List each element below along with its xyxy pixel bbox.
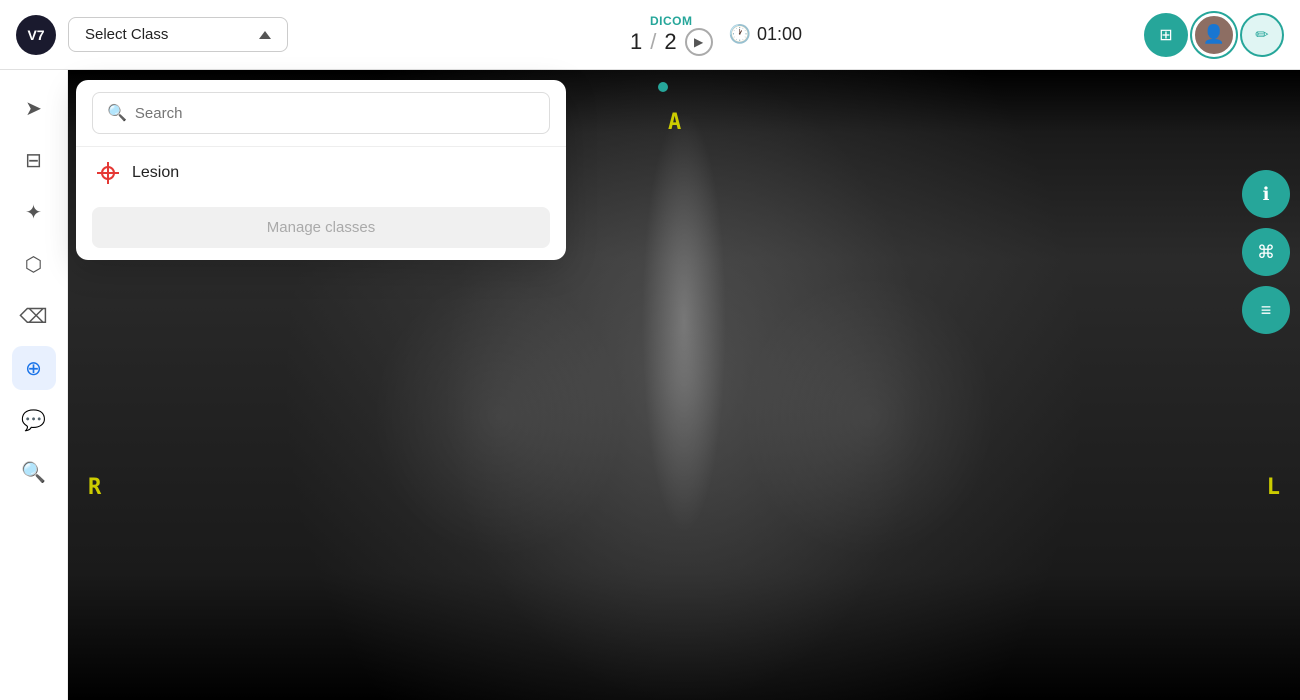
search-tool-icon[interactable]: 🔍	[12, 450, 56, 494]
crosshair-shape	[97, 162, 119, 184]
lesion-class-item[interactable]: Lesion	[76, 147, 566, 199]
timer-display: 🕐 01:00	[729, 24, 802, 45]
class-selector-button[interactable]: Select Class	[68, 17, 288, 52]
search-box: 🔍	[76, 80, 566, 147]
logo: V7	[16, 15, 56, 55]
comment-icon[interactable]: 💬	[12, 398, 56, 442]
eraser-icon[interactable]: ⌫	[12, 294, 56, 338]
next-page-button[interactable]: ▶	[685, 28, 713, 56]
info-button[interactable]: ℹ	[1242, 170, 1290, 218]
timer-value: 01:00	[757, 24, 802, 45]
header-right: ⊞ 👤 ✏	[1144, 13, 1284, 57]
keyboard-shortcut-button[interactable]: ⌘	[1242, 228, 1290, 276]
class-selector-label: Select Class	[85, 26, 168, 43]
separator: /	[650, 29, 656, 55]
header-center: DICOM 1 / 2 ▶ 🕐 01:00	[288, 14, 1144, 56]
chevron-up-icon	[259, 31, 271, 39]
dicom-label: DICOM	[650, 14, 693, 28]
lesion-label: Lesion	[132, 164, 179, 182]
search-input-wrap[interactable]: 🔍	[92, 92, 550, 134]
search-input[interactable]	[135, 105, 535, 122]
clock-icon: 🕐	[729, 24, 751, 45]
sparkle-icon[interactable]: ✦	[12, 190, 56, 234]
grid-view-button[interactable]: ⊞	[1144, 13, 1188, 57]
header: V7 Select Class DICOM 1 / 2 ▶ 🕐 01:00 ⊞ …	[0, 0, 1300, 70]
send-icon[interactable]: ➤	[12, 86, 56, 130]
user-avatar[interactable]: 👤	[1192, 13, 1236, 57]
total-pages: 2	[664, 29, 676, 55]
right-panel: ℹ ⌘ ≡	[1242, 170, 1290, 334]
minus-square-icon[interactable]: ⊟	[12, 138, 56, 182]
layers-button[interactable]: ≡	[1242, 286, 1290, 334]
manage-classes-button[interactable]: Manage classes	[92, 207, 550, 248]
current-page: 1	[630, 29, 642, 55]
sidebar: ➤ ⊟ ✦ ⬡ ⌫ ⊕ 💬 🔍	[0, 70, 68, 700]
crosshair-tool-icon[interactable]: ⊕	[12, 346, 56, 390]
xray-label-L: L	[1267, 475, 1280, 500]
xray-label-R: R	[88, 475, 101, 500]
xray-label-A: A	[668, 110, 681, 135]
dicom-navigation: 1 / 2 ▶	[630, 28, 713, 56]
lesion-crosshair-icon	[96, 161, 120, 185]
class-dropdown: 🔍 Lesion Manage classes	[76, 80, 566, 260]
edit-button[interactable]: ✏	[1240, 13, 1284, 57]
polygon-icon[interactable]: ⬡	[12, 242, 56, 286]
search-icon: 🔍	[107, 103, 127, 123]
crosshair-circle	[101, 166, 115, 180]
teal-marker	[658, 82, 668, 92]
